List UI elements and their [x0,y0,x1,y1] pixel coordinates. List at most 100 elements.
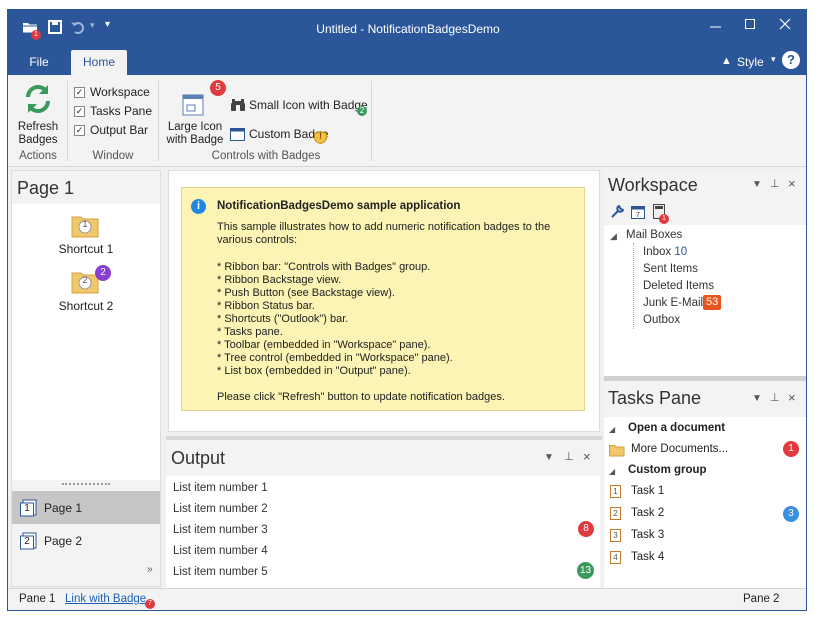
tab-file[interactable]: File [15,50,63,75]
workspace-checkbox-label: Workspace [90,85,150,99]
save-icon[interactable] [48,20,62,34]
pin-icon[interactable]: ⊥ [564,450,574,463]
tree-item-sent[interactable]: Sent Items [643,263,698,275]
group-label-controls: Controls with Badges [211,150,321,162]
list-item[interactable]: List item number 1 [173,482,268,494]
tree-line [633,243,634,329]
tree-expand-icon[interactable]: ◢ [610,231,617,242]
collapse-icon[interactable]: ◢ [609,467,615,476]
refresh-icon [22,83,54,115]
qat-badge: 1 [31,30,41,40]
tasks-pane-checkbox[interactable]: ✓ Tasks Pane [74,104,154,120]
shortcuts-list: 1 Shortcut 1 2 2 Shortcut 2 [12,204,160,480]
refresh-label-line2: Badges [18,134,58,146]
info-footer: Please click "Refresh" button to update … [217,391,505,403]
svg-text:7: 7 [636,212,640,219]
minimize-button[interactable] [708,16,724,32]
shortcut-1-number: 1 [82,219,88,229]
tasks-content: ◢ Open a document More Documents... 1 ◢ … [604,417,806,592]
pin-icon[interactable]: ⊥ [770,177,780,190]
info-bullet: * Tasks pane. [217,326,283,338]
info-bullet: * Push Button (see Backstage view). [217,287,395,299]
checkmark-icon: ✓ [74,125,85,136]
status-pane-1: Pane 1 [19,593,56,605]
main-view: i NotificationBadgesDemo sample applicat… [168,170,600,432]
task-icon: 1 [610,485,621,498]
shortcut-1[interactable]: 1 Shortcut 1 [12,212,160,262]
chevron-more-icon[interactable]: » [147,564,153,575]
output-bar-checkbox[interactable]: ✓ Output Bar [74,123,154,139]
page-1-button[interactable]: 1 Page 1 [12,491,160,524]
customize-qat-icon[interactable]: ▾ [105,19,110,30]
task-4[interactable]: Task 4 [631,551,664,563]
shortcut-2[interactable]: 2 2 Shortcut 2 [12,265,160,316]
toolbar-badge: 1 [659,214,669,224]
title-bar: 1 ▾ ▾ Untitled - NotificationBadgesDemo [8,10,806,50]
style-menu-label[interactable]: Style [737,55,764,69]
more-documents-link[interactable]: More Documents... [631,443,728,455]
page-2-button[interactable]: 2 Page 2 [12,524,160,557]
output-bar-checkbox-label: Output Bar [90,123,149,137]
tree-item-deleted[interactable]: Deleted Items [643,280,714,292]
tree-root[interactable]: Mail Boxes [626,229,682,241]
info-bullet: * Tree control (embedded in "Workspace" … [217,352,453,364]
style-dropdown-icon[interactable]: ▾ [771,54,776,65]
list-item[interactable]: List item number 3 [173,524,268,536]
shortcuts-title: Page 1 [17,178,75,198]
refresh-badges-button[interactable]: Refresh Badges [12,79,64,149]
custom-badge: ! [319,131,322,141]
tree-item-inbox[interactable]: Inbox 10 [643,246,687,258]
inbox-count: 10 [674,246,688,258]
binoculars-icon [230,98,246,112]
pane-menu-icon[interactable]: ▼ [544,452,554,463]
workspace-pane: Workspace ▼ ⊥ × 7 1 ◢ Mail Boxes Inbox 1… [604,170,806,378]
status-pane-2: Pane 2 [743,593,780,605]
pane-menu-icon[interactable]: ▼ [752,179,762,190]
pane-menu-icon[interactable]: ▼ [752,393,762,404]
info-bullets: * Ribbon bar: "Controls with Badges" gro… [217,261,577,378]
info-title: NotificationBadgesDemo sample applicatio… [217,200,461,212]
tree-item-junk[interactable]: Junk E-Mail [643,297,703,309]
collapse-icon[interactable]: ◢ [609,425,615,434]
style-up-icon[interactable]: ▲ [721,55,732,67]
info-bullet: * Shortcuts ("Outlook") bar. [217,313,349,325]
shortcut-2-label: Shortcut 2 [58,299,114,313]
calendar-icon[interactable]: 7 [631,205,645,219]
close-pane-icon[interactable]: × [788,176,796,191]
small-icon-badge-button[interactable]: Small Icon with Badge [230,97,370,115]
tab-home[interactable]: Home [71,50,127,75]
tree-item-outbox[interactable]: Outbox [643,314,680,326]
maximize-button[interactable] [743,16,759,32]
task-group-open[interactable]: Open a document [628,422,725,434]
shortcut-2-number: 2 [82,275,88,285]
window-icon [180,91,206,117]
workspace-checkbox[interactable]: ✓ Workspace [74,85,154,101]
page-1-label: Page 1 [44,501,83,515]
output-list: List item number 1 List item number 2 Li… [166,476,600,591]
close-button[interactable] [778,16,794,32]
info-box: i NotificationBadgesDemo sample applicat… [181,187,585,411]
group-label-window: Window [92,150,134,162]
task-icon: 4 [610,551,621,564]
status-link[interactable]: Link with Badge [65,593,146,605]
task-1[interactable]: Task 1 [631,485,664,497]
close-pane-icon[interactable]: × [788,390,796,405]
info-bullet: * Ribbon bar: "Controls with Badges" gro… [217,261,431,273]
undo-icon[interactable] [70,19,86,35]
list-item[interactable]: List item number 2 [173,503,268,515]
close-pane-icon[interactable]: × [583,449,591,464]
task-2[interactable]: Task 2 [631,507,664,519]
pin-icon[interactable]: ⊥ [770,391,780,404]
group-divider [371,81,372,161]
task-3[interactable]: Task 3 [631,529,664,541]
undo-dropdown-icon[interactable]: ▾ [90,20,95,31]
list-item[interactable]: List item number 4 [173,545,268,557]
list-item[interactable]: List item number 5 [173,566,268,578]
tasks-pane-checkbox-label: Tasks Pane [90,104,153,118]
help-icon[interactable]: ? [782,51,800,69]
info-bullet: * Ribbon Status bar. [217,300,315,312]
wrench-icon[interactable] [610,204,625,219]
task-2-badge: 3 [783,506,799,522]
splitter-grip[interactable] [62,483,110,486]
task-group-custom[interactable]: Custom group [628,464,707,476]
